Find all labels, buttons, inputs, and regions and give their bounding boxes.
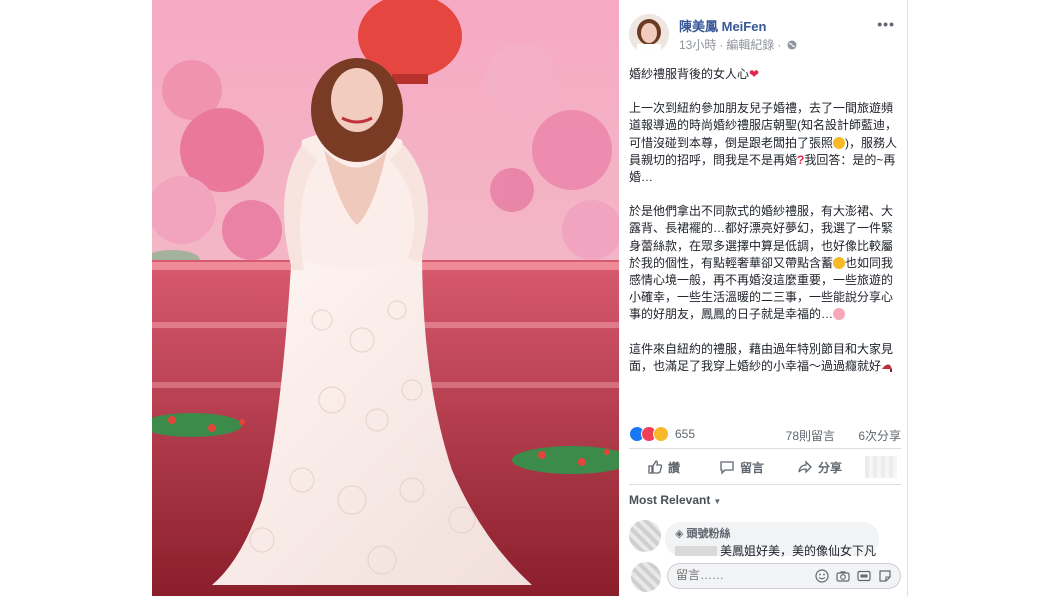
divider-top	[629, 448, 901, 449]
camera-icon[interactable]	[836, 569, 850, 583]
smile-emoji-icon	[833, 256, 846, 269]
meta-separator: ·	[719, 38, 724, 52]
author-name[interactable]: 陳美鳳 MeiFen	[679, 16, 766, 35]
grin-emoji-icon	[833, 136, 846, 149]
top-fan-badge[interactable]: ◈ 頭號粉絲	[675, 525, 869, 541]
edit-history-link[interactable]: 編輯紀錄	[726, 38, 774, 52]
posting-as-avatar[interactable]	[865, 456, 897, 478]
post-paragraph-2: 上一次到紐約參加朋友兒子婚禮，去了一間旅遊頻道報導過的時尚婚紗禮服店朝聖(知名設…	[629, 100, 901, 186]
comment-text: 美鳳姐好美，美的像仙女下凡	[720, 544, 877, 558]
more-options-button[interactable]: •••	[877, 16, 895, 32]
post-panel: 陳美鳳 MeiFen 13小時 · 編輯紀錄 · ••• 婚紗禮服背後的女人心❤ 上一…	[619, 0, 908, 596]
share-button-label: 分享	[818, 460, 843, 475]
comment-count[interactable]: 78則留言	[786, 427, 835, 444]
author-avatar[interactable]	[629, 14, 669, 54]
wow-reaction-icon	[653, 426, 669, 442]
sticker-icon[interactable]	[878, 569, 892, 583]
commenter-name-blurred[interactable]	[675, 546, 717, 556]
meta-separator-2: ·	[777, 38, 782, 52]
photo-illustration	[152, 0, 619, 596]
comment-bubble: ◈ 頭號粉絲 美鳳姐好美，美的像仙女下凡	[665, 522, 879, 559]
post-title-text: 婚紗禮服背後的女人心	[629, 67, 750, 81]
badge-icon: ◈	[675, 528, 687, 540]
heart-emoji-icon: ❤	[749, 67, 760, 81]
comment-sort-label: Most Relevant	[629, 493, 711, 507]
post-paragraph-1: 婚紗禮服背後的女人心❤	[629, 66, 901, 83]
like-button-label: 讚	[668, 460, 681, 475]
reaction-count[interactable]: 655	[675, 427, 695, 441]
comment-sort-dropdown[interactable]: Most Relevant ▼	[629, 493, 721, 507]
like-button[interactable]: 讚	[647, 452, 680, 482]
post-paragraph-4: 這件來自紐約的禮服，藉由過年特別節目和大家見面，也滿足了我穿上婚紗的小幸福～過過…	[629, 341, 901, 375]
comment-composer[interactable]	[667, 563, 901, 589]
comment-button[interactable]: 留言	[719, 452, 764, 482]
my-avatar	[631, 562, 661, 592]
high-heel-emoji-icon	[882, 364, 893, 372]
post-actions: 讚 留言 分享	[629, 452, 901, 482]
share-count[interactable]: 6次分享	[858, 427, 901, 444]
top-fan-label: 頭號粉絲	[686, 528, 731, 540]
like-icon	[648, 460, 663, 474]
chevron-down-icon: ▼	[713, 497, 722, 506]
post-text-segment: 這件來自紐約的禮服，藉由過年特別節目和大家見面，也滿足了我穿上婚紗的小幸福～過過…	[629, 341, 894, 373]
share-button[interactable]: 分享	[797, 452, 842, 482]
commenter-avatar[interactable]	[629, 520, 661, 552]
post-photo[interactable]	[152, 0, 619, 596]
post-meta: 13小時 · 編輯紀錄 ·	[679, 36, 797, 53]
gif-icon[interactable]	[857, 569, 871, 583]
emoji-icon[interactable]	[815, 569, 829, 583]
post-header: 陳美鳳 MeiFen 13小時 · 編輯紀錄 · •••	[629, 12, 899, 54]
comment-text-row: 美鳳姐好美，美的像仙女下凡	[675, 542, 876, 559]
reactions-bar: 655 78則留言 6次分享	[629, 425, 901, 443]
post-time[interactable]: 13小時	[679, 38, 716, 52]
facebook-photo-theater: 陳美鳳 MeiFen 13小時 · 編輯紀錄 · ••• 婚紗禮服背後的女人心❤ 上一…	[0, 0, 1060, 596]
post-text-segment: )，	[845, 135, 862, 150]
post-text: 婚紗禮服背後的女人心❤ 上一次到紐約參加朋友兒子婚禮，去了一間旅遊頻道報導過的時…	[629, 66, 901, 392]
comment-input[interactable]	[676, 568, 796, 582]
comment-button-label: 留言	[740, 460, 765, 475]
divider-bottom	[629, 484, 901, 485]
globe-icon[interactable]	[787, 40, 797, 50]
comment-icon	[720, 461, 734, 475]
love-face-emoji-icon	[833, 308, 846, 321]
post-paragraph-3: 於是他們拿出不同款式的婚紗禮服，有大澎裙、大露背、長裙襬的…都好漂亮好夢幻，我選…	[629, 203, 901, 323]
composer-icons	[815, 569, 892, 583]
share-icon	[798, 460, 812, 474]
